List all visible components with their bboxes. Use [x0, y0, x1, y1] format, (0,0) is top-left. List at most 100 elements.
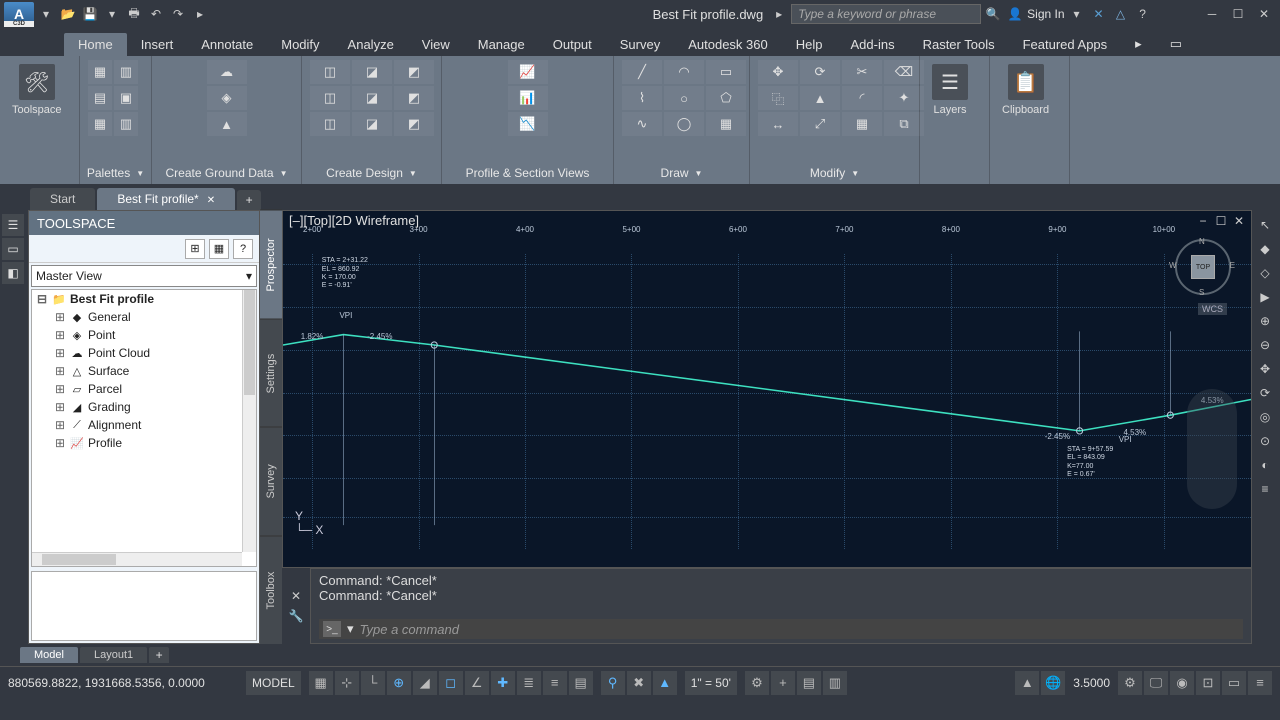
- status-iso-icon[interactable]: ◢: [413, 671, 437, 695]
- wcs-label[interactable]: WCS: [1198, 303, 1227, 315]
- scale-icon[interactable]: ⤢: [800, 112, 840, 136]
- vp-close-icon[interactable]: ✕: [1231, 213, 1247, 229]
- draw-pline-icon[interactable]: ⌇: [622, 86, 662, 110]
- close-button[interactable]: ✕: [1252, 4, 1276, 24]
- palette-btn-1[interactable]: ▦: [88, 60, 112, 84]
- ground-btn-1[interactable]: ☁: [207, 60, 247, 84]
- design-btn-5[interactable]: ◪: [352, 86, 392, 110]
- ts-toolbar-help-icon[interactable]: ?: [233, 239, 253, 259]
- mirror-icon[interactable]: ▲: [800, 86, 840, 110]
- status-osnap-icon[interactable]: ◻: [439, 671, 463, 695]
- rstrip-cursor-icon[interactable]: ↖: [1254, 214, 1276, 236]
- tab-view[interactable]: View: [408, 33, 464, 56]
- tab-insert[interactable]: Insert: [127, 33, 188, 56]
- stretch-icon[interactable]: ↔: [758, 112, 798, 136]
- file-tab-close-icon[interactable]: ✕: [207, 195, 215, 206]
- layers-button[interactable]: ☰Layers: [928, 60, 972, 162]
- toolspace-button[interactable]: 🛠Toolspace: [8, 60, 66, 162]
- tree-scrollbar-v[interactable]: [242, 290, 256, 552]
- status-anno2-icon[interactable]: ▲: [1015, 671, 1039, 695]
- ts-toolbar-btn-2[interactable]: ▦: [209, 239, 229, 259]
- tab-autodesk360[interactable]: Autodesk 360: [674, 33, 782, 56]
- qat-save-icon[interactable]: 💾: [80, 4, 100, 24]
- copy-icon[interactable]: ⿻: [758, 86, 798, 110]
- status-custom-icon[interactable]: ≡: [1248, 671, 1272, 695]
- design-btn-7[interactable]: ◫: [310, 112, 350, 136]
- tab-help[interactable]: Help: [782, 33, 837, 56]
- leftstrip-btn-1[interactable]: ☰: [2, 214, 24, 236]
- ground-btn-3[interactable]: ▲: [207, 112, 247, 136]
- rstrip-btn-7[interactable]: ✥: [1254, 358, 1276, 380]
- status-gear-icon[interactable]: ⚙: [745, 671, 769, 695]
- signin-link[interactable]: Sign In: [1027, 7, 1064, 21]
- help-icon[interactable]: ?: [1133, 4, 1153, 24]
- ground-btn-2[interactable]: ◈: [207, 86, 247, 110]
- tab-modify[interactable]: Modify: [267, 33, 333, 56]
- status-scale[interactable]: 1" = 50': [685, 671, 737, 695]
- tree-item-grading[interactable]: ⊞◢Grading: [32, 398, 242, 416]
- move-icon[interactable]: ✥: [758, 60, 798, 84]
- sidetab-toolbox[interactable]: Toolbox: [260, 536, 282, 645]
- status-otrack-icon[interactable]: ✚: [491, 671, 515, 695]
- design-btn-6[interactable]: ◩: [394, 86, 434, 110]
- design-btn-3[interactable]: ◩: [394, 60, 434, 84]
- qat-more-icon[interactable]: ▸: [190, 4, 210, 24]
- status-av2-icon[interactable]: ▥: [823, 671, 847, 695]
- profile-btn-3[interactable]: 📉: [508, 112, 548, 136]
- panel-create-ground[interactable]: Create Ground Data▼: [160, 162, 293, 184]
- sidetab-settings[interactable]: Settings: [260, 319, 282, 428]
- file-tab-start[interactable]: Start: [30, 188, 95, 210]
- tab-analyze[interactable]: Analyze: [334, 33, 408, 56]
- status-hw-icon[interactable]: ◉: [1170, 671, 1194, 695]
- rstrip-btn-11[interactable]: ◐: [1254, 454, 1276, 476]
- rstrip-btn-9[interactable]: ◎: [1254, 406, 1276, 428]
- palette-btn-6[interactable]: ▥: [114, 112, 138, 136]
- rstrip-btn-6[interactable]: ⊖: [1254, 334, 1276, 356]
- status-iso2-icon[interactable]: ⊡: [1196, 671, 1220, 695]
- tree-item-parcel[interactable]: ⊞▱Parcel: [32, 380, 242, 398]
- tab-rastertools[interactable]: Raster Tools: [909, 33, 1009, 56]
- palette-btn-2[interactable]: ▥: [114, 60, 138, 84]
- rstrip-btn-8[interactable]: ⟳: [1254, 382, 1276, 404]
- tab-featuredapps[interactable]: Featured Apps: [1009, 33, 1122, 56]
- tab-survey[interactable]: Survey: [606, 33, 674, 56]
- leftstrip-btn-2[interactable]: ▭: [2, 238, 24, 260]
- cmd-config-icon[interactable]: 🔧: [289, 609, 304, 623]
- tree-item-profile[interactable]: ⊞📈Profile: [32, 434, 242, 452]
- signin-dropdown-icon[interactable]: ▾: [1067, 4, 1087, 24]
- fillet-icon[interactable]: ◜: [842, 86, 882, 110]
- exchange-icon[interactable]: ✕: [1089, 4, 1109, 24]
- layout-tab-model[interactable]: Model: [20, 647, 78, 663]
- draw-arc-icon[interactable]: ◠: [664, 60, 704, 84]
- panel-draw[interactable]: Draw▼: [622, 162, 741, 184]
- layout-tab-layout1[interactable]: Layout1: [80, 647, 147, 663]
- profile-btn-2[interactable]: 📊: [508, 86, 548, 110]
- tab-addins[interactable]: Add-ins: [837, 33, 909, 56]
- command-input[interactable]: >_ ▾ Type a command: [319, 619, 1243, 639]
- draw-hatch-icon[interactable]: ▦: [706, 112, 746, 136]
- draw-rect-icon[interactable]: ▭: [706, 60, 746, 84]
- status-av-icon[interactable]: ▤: [797, 671, 821, 695]
- toolspace-view-combo[interactable]: Master View▾: [31, 265, 257, 287]
- ts-toolbar-btn-1[interactable]: ⊞: [185, 239, 205, 259]
- status-grid-icon[interactable]: ▦: [309, 671, 333, 695]
- array-icon[interactable]: ▦: [842, 112, 882, 136]
- status-monitor-icon[interactable]: 🖵: [1144, 671, 1168, 695]
- palette-btn-4[interactable]: ▣: [114, 86, 138, 110]
- rstrip-btn-10[interactable]: ⊙: [1254, 430, 1276, 452]
- design-btn-9[interactable]: ◩: [394, 112, 434, 136]
- minimize-button[interactable]: ─: [1200, 4, 1224, 24]
- panel-palettes[interactable]: Palettes▼: [88, 162, 143, 184]
- status-coordinates[interactable]: 880569.8822, 1931668.5356, 0.0000: [8, 676, 238, 690]
- status-snap-icon[interactable]: ⊹: [335, 671, 359, 695]
- viewport-label[interactable]: [‒][Top][2D Wireframe]: [289, 213, 419, 228]
- design-btn-1[interactable]: ◫: [310, 60, 350, 84]
- palette-btn-3[interactable]: ▤: [88, 86, 112, 110]
- binoculars-icon[interactable]: 🔍: [983, 4, 1003, 24]
- vp-minimize-icon[interactable]: −: [1195, 213, 1211, 229]
- status-globe-icon[interactable]: 🌐: [1041, 671, 1065, 695]
- status-clean-icon[interactable]: ▭: [1222, 671, 1246, 695]
- status-polar-icon[interactable]: ⊕: [387, 671, 411, 695]
- panel-profile-section[interactable]: Profile & Section Views: [450, 162, 605, 184]
- status-space[interactable]: MODEL: [246, 671, 301, 695]
